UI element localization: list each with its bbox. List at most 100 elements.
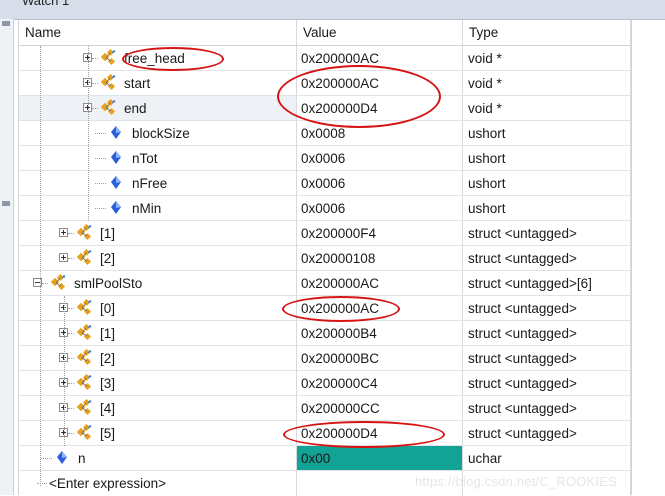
name-cell[interactable]: [1] [19, 321, 297, 346]
type-cell: struct <untagged> [463, 221, 631, 246]
watch-row[interactable]: blockSize 0x0008 ushort [19, 121, 631, 146]
name-cell[interactable]: nMin [19, 196, 297, 221]
watermark: https://blog.csdn.net/C_ROOKIES [414, 474, 617, 489]
expand-toggle[interactable] [59, 253, 68, 262]
name-cell[interactable]: free_head [19, 46, 297, 71]
value-cell[interactable]: 0x200000BC [297, 346, 463, 371]
value-cell[interactable]: 0x200000C4 [297, 371, 463, 396]
variable-name: [3] [100, 376, 116, 391]
struct-icon [100, 74, 116, 91]
watch-row[interactable]: start 0x200000AC void * [19, 71, 631, 96]
name-cell[interactable]: n [19, 446, 297, 471]
watch-row[interactable]: [1] 0x200000B4 struct <untagged> [19, 321, 631, 346]
struct-icon [76, 324, 92, 341]
watch-row[interactable]: nMin 0x0006 ushort [19, 196, 631, 221]
tree-guide [64, 296, 65, 446]
variable-name: [2] [100, 351, 116, 366]
variable-name: nFree [132, 176, 168, 191]
value-cell[interactable]: 0x200000F4 [297, 221, 463, 246]
type-cell: uchar [463, 446, 631, 471]
watch-row[interactable]: n 0x00 uchar [19, 446, 631, 471]
type-cell: struct <untagged> [463, 321, 631, 346]
value-cell[interactable]: 0x200000D4 [297, 96, 463, 121]
type-cell: struct <untagged>[6] [463, 271, 631, 296]
value-cell[interactable]: 0x200000AC [297, 271, 463, 296]
type-cell: struct <untagged> [463, 371, 631, 396]
struct-icon [76, 299, 92, 316]
name-cell[interactable]: [2] [19, 346, 297, 371]
name-cell[interactable]: [2] [19, 246, 297, 271]
variable-name: n [78, 451, 86, 466]
name-cell[interactable]: [5] [19, 421, 297, 446]
watch-row[interactable]: [4] 0x200000CC struct <untagged> [19, 396, 631, 421]
column-header-row: Name Value Type [19, 20, 631, 46]
member-icon [111, 176, 121, 189]
variable-name: start [124, 76, 151, 91]
type-cell: ushort [463, 121, 631, 146]
enter-expression-prompt[interactable]: <Enter expression> [49, 471, 166, 496]
value-cell[interactable]: 0x200000AC [297, 46, 463, 71]
name-cell[interactable]: [4] [19, 396, 297, 421]
member-icon [111, 151, 121, 164]
type-cell: void * [463, 71, 631, 96]
watch-row[interactable]: [2] 0x200000BC struct <untagged> [19, 346, 631, 371]
name-cell[interactable]: smlPoolSto [19, 271, 297, 296]
type-cell: struct <untagged> [463, 246, 631, 271]
variable-name: [2] [100, 251, 116, 266]
name-cell[interactable]: blockSize [19, 121, 297, 146]
variable-name: end [124, 101, 147, 116]
value-cell[interactable]: 0x00 [297, 446, 463, 471]
value-cell[interactable]: 0x200000AC [297, 296, 463, 321]
variable-name: nMin [132, 201, 162, 216]
value-cell[interactable]: 0x0008 [297, 121, 463, 146]
name-cell[interactable]: [0] [19, 296, 297, 321]
value-cell[interactable]: 0x0006 [297, 171, 463, 196]
member-icon [57, 451, 67, 464]
variable-name: [4] [100, 401, 116, 416]
type-cell: void * [463, 46, 631, 71]
name-cell[interactable]: nTot [19, 146, 297, 171]
column-header-value[interactable]: Value [297, 20, 463, 45]
watch-grid: Name Value Type free_head 0x200000AC void … [18, 20, 632, 496]
watch-row[interactable]: end 0x200000D4 void * [19, 96, 631, 121]
name-cell[interactable]: end [19, 96, 297, 121]
value-cell[interactable]: 0x20000108 [297, 246, 463, 271]
column-header-type[interactable]: Type [463, 20, 631, 45]
watch-row[interactable]: [1] 0x200000F4 struct <untagged> [19, 221, 631, 246]
watch-row[interactable]: [0] 0x200000AC struct <untagged> [19, 296, 631, 321]
window-title: Watch 1 [22, 0, 70, 8]
expand-toggle[interactable] [59, 228, 68, 237]
variable-name: [0] [100, 301, 116, 316]
watch-row[interactable]: free_head 0x200000AC void * [19, 46, 631, 71]
value-cell[interactable]: 0x0006 [297, 196, 463, 221]
value-cell[interactable]: 0x200000B4 [297, 321, 463, 346]
value-cell[interactable]: 0x0006 [297, 146, 463, 171]
struct-icon [76, 374, 92, 391]
column-header-name[interactable]: Name [19, 20, 297, 45]
type-cell: ushort [463, 146, 631, 171]
struct-icon [76, 349, 92, 366]
type-cell: struct <untagged> [463, 396, 631, 421]
dock-marker [2, 201, 10, 206]
variable-name: [1] [100, 226, 116, 241]
struct-icon [100, 49, 116, 66]
name-cell[interactable]: start [19, 71, 297, 96]
member-icon [111, 201, 121, 214]
watch-row[interactable]: [5] 0x200000D4 struct <untagged> [19, 421, 631, 446]
struct-icon [76, 424, 92, 441]
left-dock-strip [0, 19, 14, 495]
watch-row[interactable]: [2] 0x20000108 struct <untagged> [19, 246, 631, 271]
watch-row[interactable]: smlPoolSto 0x200000AC struct <untagged>[6] [19, 271, 631, 296]
variable-name: smlPoolSto [74, 276, 143, 291]
name-cell[interactable]: [3] [19, 371, 297, 396]
type-cell: struct <untagged> [463, 346, 631, 371]
name-cell[interactable]: [1] [19, 221, 297, 246]
value-cell[interactable]: 0x200000AC [297, 71, 463, 96]
value-cell[interactable]: 0x200000D4 [297, 421, 463, 446]
watch-row[interactable]: [3] 0x200000C4 struct <untagged> [19, 371, 631, 396]
name-cell[interactable]: nFree [19, 171, 297, 196]
watch-row[interactable]: nTot 0x0006 ushort [19, 146, 631, 171]
enter-expression-cell[interactable]: <Enter expression> [19, 471, 297, 496]
value-cell[interactable]: 0x200000CC [297, 396, 463, 421]
watch-row[interactable]: nFree 0x0006 ushort [19, 171, 631, 196]
